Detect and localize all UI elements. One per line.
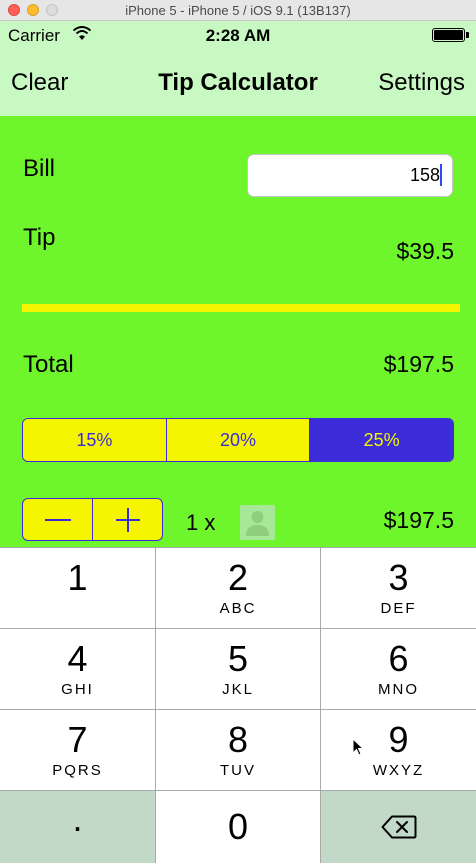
key-number: 5 <box>227 638 249 679</box>
clear-button[interactable]: Clear <box>11 69 68 97</box>
key-backspace[interactable] <box>321 791 476 863</box>
tip-option-25[interactable]: 25% <box>309 419 453 461</box>
key-number: 2 <box>227 557 249 598</box>
tip-percentage-control: 15% 20% 25% <box>22 418 454 462</box>
key-9[interactable]: 9 WXYZ <box>321 710 476 790</box>
key-2[interactable]: 2 ABC <box>156 548 320 628</box>
tip-amount: $39.5 <box>396 238 454 264</box>
text-caret <box>440 164 442 186</box>
settings-button[interactable]: Settings <box>378 69 465 97</box>
key-8[interactable]: 8 TUV <box>156 710 320 790</box>
tip-option-20[interactable]: 20% <box>165 419 310 461</box>
split-stepper <box>22 498 163 541</box>
battery-tip <box>466 32 469 38</box>
decrement-button[interactable] <box>23 499 92 540</box>
bill-label: Bill <box>23 155 56 182</box>
key-number: 8 <box>227 719 249 760</box>
key-letters: JKL <box>222 681 254 698</box>
tip-label: Tip <box>23 224 56 251</box>
per-person-amount: $197.5 <box>383 507 454 533</box>
window-title: iPhone 5 - iPhone 5 / iOS 9.1 (13B137) <box>125 3 351 18</box>
divider-line <box>22 304 460 312</box>
key-letters: MNO <box>378 681 419 698</box>
total-label: Total <box>23 351 74 378</box>
status-time: 2:28 AM <box>205 26 271 45</box>
key-number: 9 <box>388 719 409 760</box>
tip-option-15[interactable]: 15% <box>23 419 166 461</box>
backspace-icon <box>381 815 416 839</box>
key-letters: WXYZ <box>372 762 425 779</box>
key-letters: ABC <box>219 600 257 617</box>
key-3[interactable]: 3 DEF <box>321 548 476 628</box>
key-decimal[interactable]: . <box>0 791 155 863</box>
key-number: 7 <box>67 719 88 760</box>
key-0[interactable]: 0 <box>156 791 320 863</box>
key-6[interactable]: 6 MNO <box>321 629 476 709</box>
key-number: 4 <box>67 638 88 679</box>
key-number: . <box>72 798 83 839</box>
key-number: 6 <box>388 638 409 679</box>
key-number: 0 <box>227 806 249 847</box>
key-number: 3 <box>388 557 409 598</box>
key-7[interactable]: 7 PQRS <box>0 710 155 790</box>
total-amount: $197.5 <box>383 351 454 377</box>
key-letters: GHI <box>61 681 94 698</box>
key-4[interactable]: 4 GHI <box>0 629 155 709</box>
key-number: 1 <box>67 557 88 598</box>
person-icon <box>240 505 275 540</box>
split-count: 1 x <box>186 510 216 535</box>
number-keypad: 1 2 ABC 3 DEF 4 GHI 5 JKL 6 MNO 7 PQRS 8… <box>0 547 476 863</box>
key-letters: TUV <box>220 762 256 779</box>
key-1[interactable]: 1 <box>0 548 155 628</box>
navigation-bar: Carrier 2:28 AM Clear Tip Calculator Set… <box>0 21 476 116</box>
key-5[interactable]: 5 JKL <box>156 629 320 709</box>
status-bar: Carrier 2:28 AM <box>0 21 476 51</box>
plus-icon <box>115 507 140 532</box>
increment-button[interactable] <box>92 499 162 540</box>
battery-icon <box>432 28 465 42</box>
simulator-title-bar: iPhone 5 - iPhone 5 / iOS 9.1 (13B137) <box>0 0 476 21</box>
mouse-pointer-icon <box>352 738 364 756</box>
key-letters: DEF <box>380 600 417 617</box>
key-letters: PQRS <box>52 762 103 779</box>
minus-icon <box>44 518 71 521</box>
bill-input[interactable] <box>247 154 453 197</box>
